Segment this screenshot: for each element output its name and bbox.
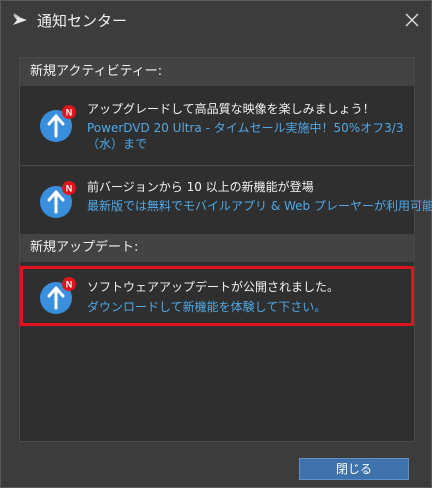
close-icon[interactable] [401,9,423,31]
section-header-activity: 新規アクティビティー: [20,58,414,86]
notification-item[interactable]: N 前バージョンから 10 以上の新機能が登場 最新版では無料でモバイルアプリ … [20,166,432,232]
close-button[interactable]: 閉じる [299,458,409,480]
notification-title: アップグレードして高品質な映像を楽しみましょう！ [87,102,375,116]
svg-text:N: N [66,108,73,118]
notification-panel: 新規アクティビティー: N アップグレードして高品質な映像を楽しみましょう！ P… [19,57,432,442]
notification-title: 前バージョンから 10 以上の新機能が登場 [87,180,314,194]
upload-arrow-icon: N [40,181,76,218]
upload-arrow-icon: N [40,105,76,142]
notification-link[interactable]: PowerDVD 20 Ultra - タイムセール実施中！50%オフ3/3（水… [87,120,407,152]
svg-text:N: N [66,184,73,194]
notification-center-window: 通知センター 新規アクティビティー: N アップグレードして高品質な映像を楽しみ… [0,0,432,488]
app-logo-icon [13,13,27,25]
window-title: 通知センター [37,12,128,30]
section-header-updates: 新規アップデート: [20,234,414,262]
title-bar: 通知センター [1,1,431,39]
notification-link[interactable]: 最新版では無料でモバイルアプリ & Web プレーヤーが利用可能 [87,198,432,214]
notification-item[interactable]: N アップグレードして高品質な映像を楽しみましょう！ PowerDVD 20 U… [20,86,414,160]
highlight-frame [20,266,414,326]
